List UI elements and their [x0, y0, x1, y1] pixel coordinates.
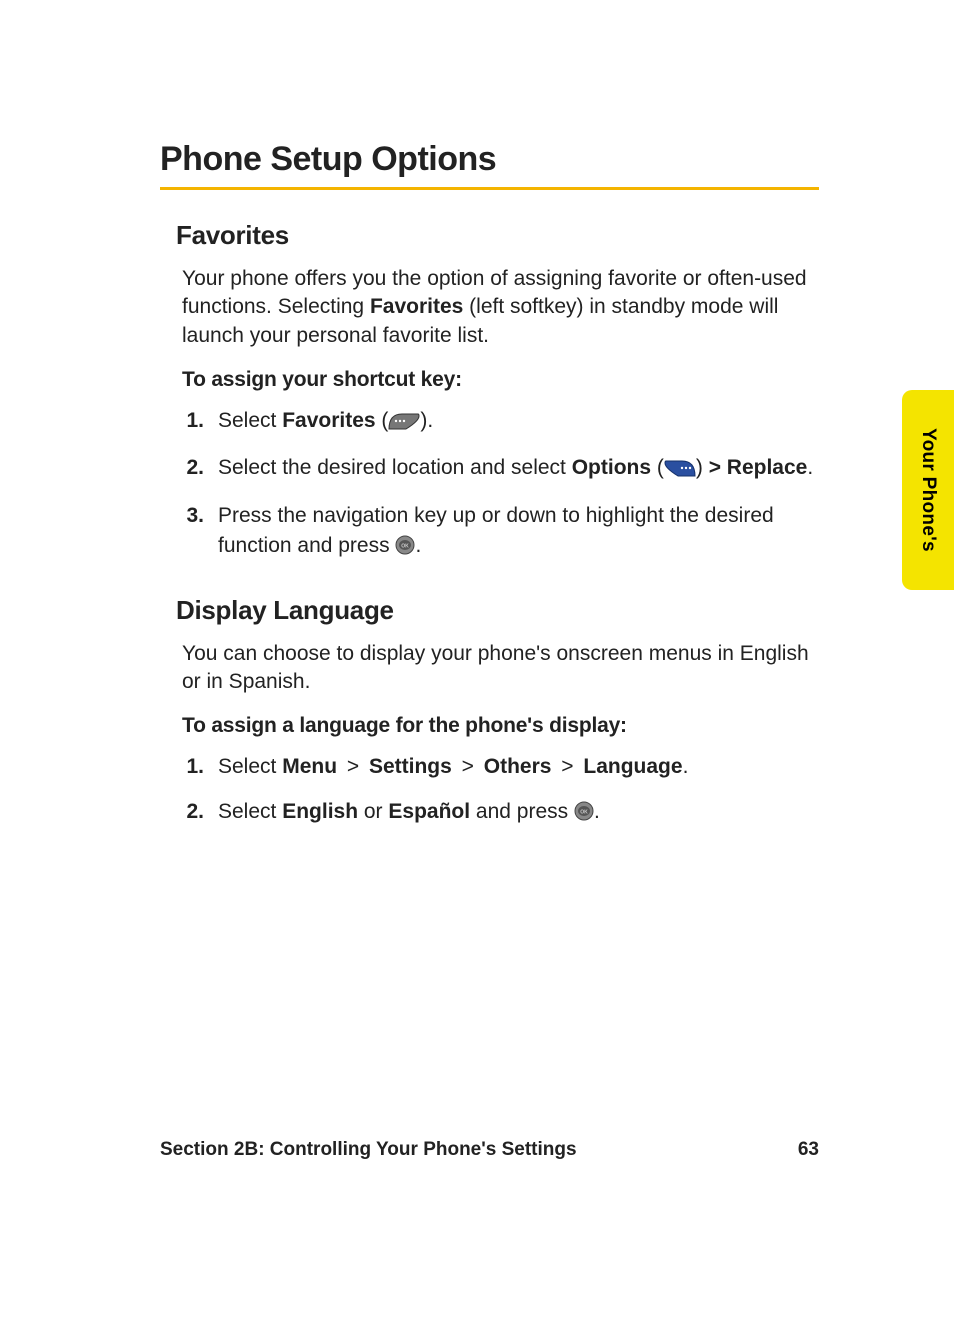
- step-text: Select the desired location and select O…: [218, 453, 819, 486]
- text: ).: [420, 409, 433, 432]
- page-footer: Section 2B: Controlling Your Phone's Set…: [160, 1139, 819, 1161]
- list-item: 3. Press the navigation key up or down t…: [182, 501, 819, 565]
- favorites-bold: Favorites: [282, 409, 375, 432]
- gt: >: [337, 755, 369, 778]
- list-item: 1. Select Favorites ().: [182, 406, 819, 439]
- espanol-bold: Español: [388, 800, 470, 823]
- options-bold: Options: [572, 456, 651, 479]
- step-text: Select Favorites ().: [218, 406, 819, 439]
- text: Select: [218, 755, 282, 778]
- left-softkey-icon: [388, 409, 420, 439]
- ok-button-icon: OK: [395, 534, 415, 564]
- gt: >: [709, 456, 721, 479]
- language-bold: Language: [583, 755, 682, 778]
- favorites-steps: 1. Select Favorites (). 2. Select the de…: [182, 406, 819, 565]
- favorites-intro: Your phone offers you the option of assi…: [182, 265, 819, 350]
- step-number: 2.: [182, 797, 218, 827]
- step-text: Select Menu > Settings > Others > Langua…: [218, 752, 819, 782]
- text: or: [358, 800, 388, 823]
- step-text: Press the navigation key up or down to h…: [218, 501, 819, 565]
- favorites-heading: Favorites: [176, 220, 819, 251]
- side-tab-label: Your Phone's: [917, 428, 939, 552]
- list-item: 2. Select English or Español and press O…: [182, 797, 819, 830]
- gt: >: [452, 755, 484, 778]
- step-text: Select English or Español and press OK.: [218, 797, 819, 830]
- text: .: [807, 456, 813, 479]
- text: .: [683, 755, 689, 778]
- text: and press: [470, 800, 574, 823]
- step-number: 2.: [182, 453, 218, 483]
- page-content: Phone Setup Options Favorites Your phone…: [0, 0, 954, 830]
- footer-section: Section 2B: Controlling Your Phone's Set…: [160, 1139, 577, 1161]
- text: .: [594, 800, 600, 823]
- list-item: 2. Select the desired location and selec…: [182, 453, 819, 486]
- menu-bold: Menu: [282, 755, 337, 778]
- display-language-heading: Display Language: [176, 595, 819, 626]
- english-bold: English: [282, 800, 358, 823]
- ok-button-icon: OK: [574, 800, 594, 830]
- gt: >: [551, 755, 583, 778]
- favorites-instruction: To assign your shortcut key:: [182, 368, 819, 392]
- display-language-intro: You can choose to display your phone's o…: [182, 640, 819, 697]
- footer-page-number: 63: [798, 1139, 819, 1161]
- svg-text:OK: OK: [580, 809, 588, 815]
- step-number: 1.: [182, 752, 218, 782]
- right-softkey-icon: [664, 456, 696, 486]
- text: .: [415, 534, 421, 557]
- settings-bold: Settings: [369, 755, 452, 778]
- text: ): [696, 456, 709, 479]
- text: (: [651, 456, 664, 479]
- step-number: 1.: [182, 406, 218, 436]
- text: (: [376, 409, 389, 432]
- list-item: 1. Select Menu > Settings > Others > Lan…: [182, 752, 819, 782]
- others-bold: Others: [484, 755, 552, 778]
- page-title: Phone Setup Options: [160, 140, 819, 190]
- text: Select: [218, 800, 282, 823]
- text: Select the desired location and select: [218, 456, 572, 479]
- display-language-steps: 1. Select Menu > Settings > Others > Lan…: [182, 752, 819, 830]
- svg-text:OK: OK: [402, 544, 410, 550]
- display-language-instruction: To assign a language for the phone's dis…: [182, 714, 819, 738]
- text: Select: [218, 409, 282, 432]
- replace-bold: Replace: [721, 456, 807, 479]
- favorites-label: Favorites: [370, 295, 463, 318]
- step-number: 3.: [182, 501, 218, 531]
- text: Press the navigation key up or down to h…: [218, 504, 774, 557]
- side-tab: Your Phone's: [902, 390, 954, 590]
